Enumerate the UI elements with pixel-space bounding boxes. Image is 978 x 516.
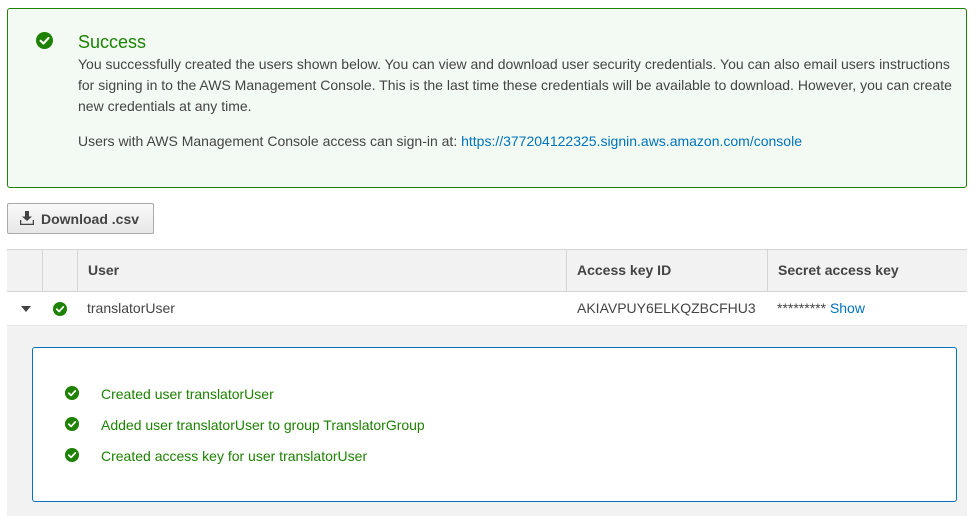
check-circle-icon <box>65 417 79 431</box>
column-header-secret-access-key[interactable]: Secret access key <box>778 250 899 291</box>
check-circle-icon <box>53 302 67 316</box>
row-details-panel: Created user translatorUser Added user t… <box>7 326 967 516</box>
table-header: User Access key ID Secret access key <box>7 249 967 292</box>
expand-caret-icon[interactable] <box>21 306 31 312</box>
signin-line: Users with AWS Management Console access… <box>78 131 802 152</box>
signin-prefix: Users with AWS Management Console access… <box>78 133 458 149</box>
download-icon <box>20 211 34 225</box>
creation-steps-box: Created user translatorUser Added user t… <box>32 347 957 502</box>
check-circle-icon <box>65 448 79 462</box>
step-label: Added user translatorUser to group Trans… <box>101 417 425 433</box>
access-key-id-cell: AKIAVPUY6ELKQZBCFHU3 <box>577 300 756 316</box>
alert-title: Success <box>78 32 147 52</box>
user-name-cell: translatorUser <box>87 300 175 316</box>
secret-masked-value: ********* <box>777 300 827 316</box>
secret-access-key-cell: ********* Show <box>777 292 865 325</box>
step-label: Created user translatorUser <box>101 386 274 402</box>
column-divider <box>767 250 768 291</box>
column-header-access-key-id[interactable]: Access key ID <box>577 250 671 291</box>
step-label: Created access key for user translatorUs… <box>101 448 368 464</box>
check-circle-icon <box>36 32 53 49</box>
table-row[interactable]: translatorUser AKIAVPUY6ELKQZBCFHU3 ****… <box>7 292 967 326</box>
check-circle-icon <box>65 386 79 400</box>
column-divider <box>77 250 78 291</box>
signin-url-link[interactable]: https://377204122325.signin.aws.amazon.c… <box>461 133 802 149</box>
column-divider <box>566 250 567 291</box>
show-secret-link[interactable]: Show <box>830 300 865 316</box>
alert-message: You successfully created the users shown… <box>78 56 952 114</box>
column-divider <box>42 250 43 291</box>
column-header-user[interactable]: User <box>88 250 119 291</box>
download-csv-label: Download .csv <box>41 211 140 227</box>
download-csv-button[interactable]: Download .csv <box>7 203 154 234</box>
success-alert: Success You successfully created the use… <box>7 8 967 188</box>
users-table: User Access key ID Secret access key tra… <box>7 249 967 326</box>
